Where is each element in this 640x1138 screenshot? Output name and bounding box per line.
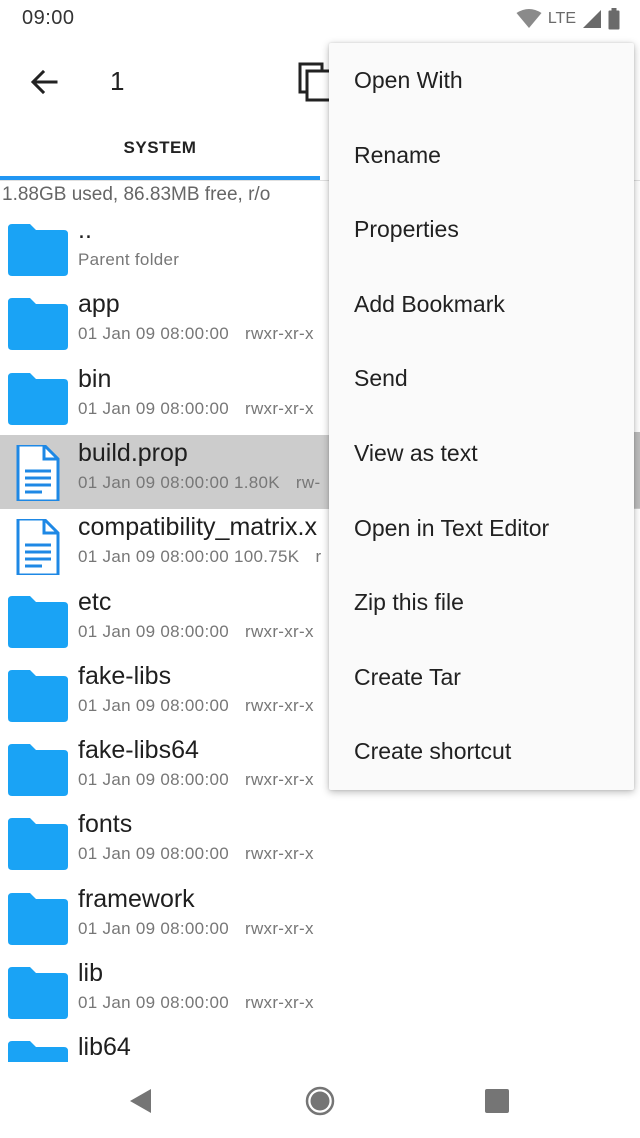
network-type: LTE <box>547 10 576 27</box>
menu-item-create-shortcut[interactable]: Create shortcut <box>329 714 634 788</box>
recents-square-icon[interactable] <box>482 1086 512 1116</box>
storage-info: 1.88GB used, 86.83MB free, r/o <box>2 184 271 205</box>
menu-item-label: Open With <box>354 67 463 93</box>
menu-item-open-with[interactable]: Open With <box>329 43 634 117</box>
file-date-size: 01 Jan 09 08:00:00 <box>78 398 229 418</box>
file-name: etc <box>78 587 112 616</box>
tab-label: SYSTEM <box>123 138 197 157</box>
file-date-size: 01 Jan 09 08:00:00 <box>78 695 229 715</box>
menu-item-label: Rename <box>354 141 441 168</box>
file-document-icon <box>6 443 70 503</box>
scrollbar-thumb[interactable] <box>634 432 640 508</box>
menu-item-label: Properties <box>354 216 459 243</box>
file-date-size: 01 Jan 09 08:00:00 <box>78 993 229 1012</box>
file-meta: 01 Jan 09 08:00:00 rwxr-xr-x <box>78 622 314 642</box>
menu-item-zip-this-file[interactable]: Zip this file <box>329 565 634 639</box>
file-date-size: 01 Jan 09 08:00:00 <box>78 844 229 864</box>
file-name: compatibility_matrix.x <box>78 513 317 542</box>
file-permissions: rwxr-xr-x <box>244 770 314 790</box>
file-permissions: r <box>315 547 322 567</box>
menu-item-add-bookmark[interactable]: Add Bookmark <box>329 267 634 341</box>
menu-item-create-tar[interactable]: Create Tar <box>329 640 634 714</box>
file-row[interactable]: fonts 01 Jan 09 08:00:00 rwxr-xr-x <box>0 806 640 880</box>
folder-icon <box>6 296 70 352</box>
menu-item-label: Add Bookmark <box>354 290 505 317</box>
status-bar: 09:00 LTE <box>0 0 640 40</box>
file-date-size: 01 Jan 09 08:00:00 <box>78 770 229 790</box>
battery-icon <box>608 8 620 30</box>
file-permissions: rw- <box>295 472 321 492</box>
file-name: .. <box>78 216 92 244</box>
file-name: lib <box>78 959 104 987</box>
app-title: 1 <box>110 66 125 96</box>
menu-item-rename[interactable]: Rename <box>329 118 634 192</box>
file-permissions: rwxr-xr-x <box>244 398 314 418</box>
menu-item-label: View as text <box>354 440 478 466</box>
file-name: fake-libs <box>78 661 172 690</box>
file-permissions: rwxr-xr-x <box>244 993 314 1012</box>
folder-icon <box>6 594 70 650</box>
file-meta: Parent folder <box>78 250 195 270</box>
navigation-bar <box>0 1062 640 1138</box>
folder-icon <box>6 816 70 872</box>
menu-item-label: Send <box>354 365 408 392</box>
menu-item-label: Open in Text Editor <box>354 514 550 541</box>
arrow-back-icon[interactable] <box>26 64 62 100</box>
file-date-size: 01 Jan 09 08:00:00 <box>78 621 229 641</box>
file-permissions: rwxr-xr-x <box>244 695 314 715</box>
cell-signal-icon <box>583 10 601 28</box>
folder-icon <box>6 1039 70 1062</box>
file-row[interactable]: lib 01 Jan 09 08:00:00 rwxr-xr-x <box>0 955 640 1029</box>
folder-icon <box>6 668 70 724</box>
file-meta: 01 Jan 09 08:00:00 rwxr-xr-x <box>78 399 314 419</box>
file-name: fonts <box>78 810 133 839</box>
tab-system[interactable]: SYSTEM <box>0 124 320 180</box>
file-date-size: 01 Jan 09 08:00:00 <box>78 918 229 938</box>
file-meta: 01 Jan 09 08:00:00 rwxr-xr-x <box>78 844 314 864</box>
menu-item-label: Create Tar <box>354 663 461 690</box>
file-meta: 01 Jan 09 08:00:00 1.80K rw- <box>78 473 320 493</box>
home-circle-icon[interactable] <box>305 1086 335 1116</box>
file-permissions: rwxr-xr-x <box>244 621 314 641</box>
menu-item-open-in-text-editor[interactable]: Open in Text Editor <box>329 491 634 565</box>
status-icons: LTE <box>516 8 620 30</box>
menu-item-label: Create shortcut <box>354 738 512 765</box>
file-meta: 01 Jan 09 08:00:00 rwxr-xr-x <box>78 919 314 939</box>
folder-icon <box>6 891 70 947</box>
file-date-size: 01 Jan 09 08:00:00 1.80K <box>78 472 280 492</box>
back-triangle-icon[interactable] <box>126 1086 156 1116</box>
menu-item-send[interactable]: Send <box>329 341 634 415</box>
file-meta: 01 Jan 09 08:00:00 rwxr-xr-x <box>78 696 314 716</box>
folder-icon <box>6 371 70 427</box>
file-name: framework <box>78 884 195 913</box>
file-permissions: rwxr-xr-x <box>244 324 314 344</box>
menu-item-properties[interactable]: Properties <box>329 192 634 266</box>
file-name: lib64 <box>78 1033 131 1062</box>
file-date-size: 01 Jan 09 08:00:00 100.75K <box>78 547 300 567</box>
file-date-size: 01 Jan 09 08:00:00 <box>78 324 229 344</box>
folder-icon <box>6 742 70 798</box>
file-meta: 01 Jan 09 08:00:00 rwxr-xr-x <box>78 770 314 790</box>
file-name: build.prop <box>78 438 188 467</box>
file-name: app <box>78 290 120 319</box>
folder-icon <box>6 222 70 278</box>
file-document-icon <box>6 517 70 577</box>
folder-icon <box>6 965 70 1021</box>
file-row[interactable]: framework 01 Jan 09 08:00:00 rwxr-xr-x <box>0 881 640 955</box>
file-date-size: Parent folder <box>78 250 180 269</box>
file-permissions: rwxr-xr-x <box>244 844 314 864</box>
file-meta: 01 Jan 09 08:00:00 100.75K r <box>78 547 321 567</box>
file-meta: 01 Jan 09 08:00:00 rwxr-xr-x <box>78 324 314 344</box>
wifi-icon <box>516 9 542 28</box>
status-time: 09:00 <box>22 7 75 29</box>
context-menu: Open With Rename Properties Add Bookmark Sen… <box>329 43 634 790</box>
menu-item-label: Zip this file <box>354 589 464 616</box>
file-row[interactable]: lib64 <box>0 1029 640 1062</box>
file-name: fake-libs64 <box>78 736 199 765</box>
menu-item-view-as-text[interactable]: View as text <box>329 416 634 490</box>
file-name: bin <box>78 364 112 393</box>
file-permissions: rwxr-xr-x <box>244 918 314 938</box>
file-meta: 01 Jan 09 08:00:00 rwxr-xr-x <box>78 993 314 1013</box>
